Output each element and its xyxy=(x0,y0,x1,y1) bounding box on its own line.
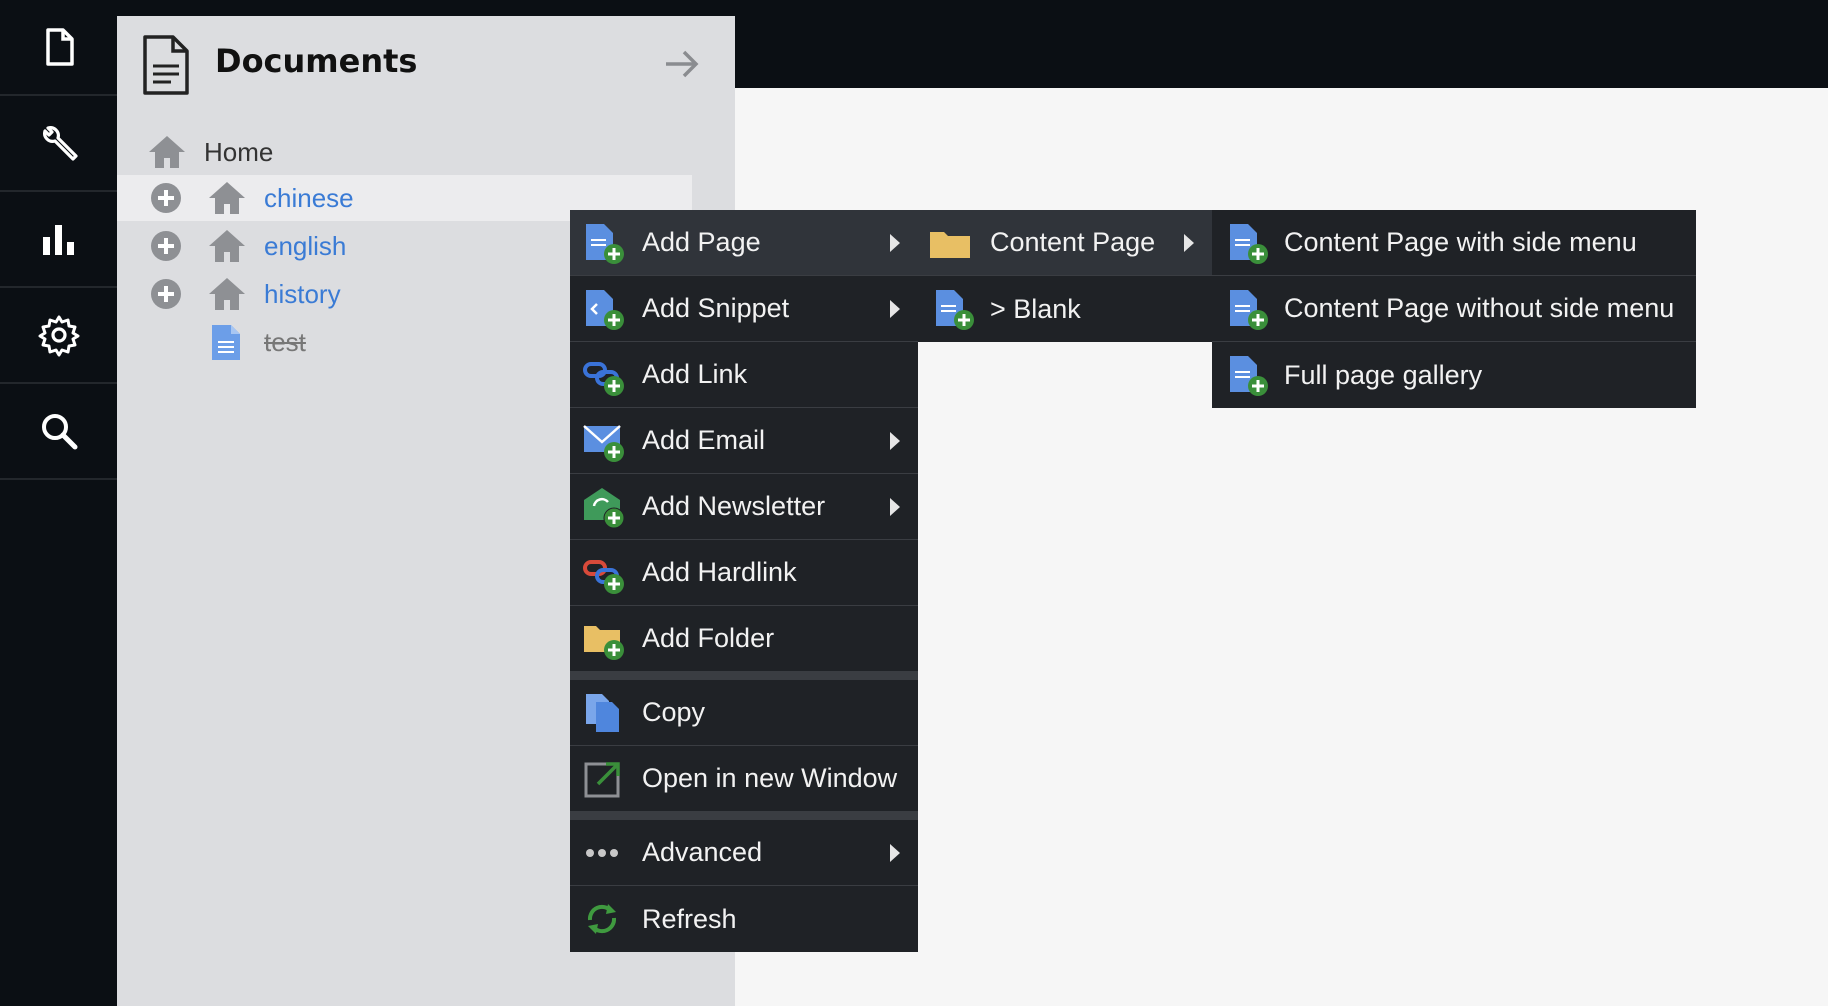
add-page-icon xyxy=(936,290,974,330)
document-icon xyxy=(45,28,74,66)
menu-label: Refresh xyxy=(642,903,737,934)
menu-label: Add Page xyxy=(642,227,761,257)
house-icon xyxy=(209,278,245,310)
menu-label: Copy xyxy=(642,697,706,727)
icon-rail xyxy=(0,0,117,1006)
menu-item-add-hardlink[interactable]: Add Hardlink xyxy=(570,540,918,606)
search-icon xyxy=(41,414,77,450)
rail-reports[interactable] xyxy=(0,192,117,288)
submenu-item-full-page-gallery[interactable]: Full page gallery xyxy=(1212,342,1696,408)
menu-label: Open in new Window xyxy=(642,763,898,793)
menu-item-advanced[interactable]: Advanced xyxy=(570,820,918,886)
tree-label: history xyxy=(264,278,341,309)
expand-plus-icon[interactable] xyxy=(149,229,183,263)
menu-label: Add Link xyxy=(642,359,748,389)
menu-item-add-folder[interactable]: Add Folder xyxy=(570,606,918,672)
menu-item-add-newsletter[interactable]: Add Newsletter xyxy=(570,474,918,540)
menu-item-open-new-window[interactable]: Open in new Window xyxy=(570,746,918,812)
open-new-window-icon xyxy=(584,762,620,798)
tree-label: Home xyxy=(204,136,274,167)
rail-documents[interactable] xyxy=(0,0,117,96)
menu-item-add-page[interactable]: Add Page xyxy=(570,210,918,276)
menu-item-refresh[interactable]: Refresh xyxy=(570,886,918,952)
menu-item-add-snippet[interactable]: Add Snippet xyxy=(570,276,918,342)
folder-icon xyxy=(930,232,970,258)
add-link-icon xyxy=(583,362,624,396)
menu-label: > Blank xyxy=(990,293,1081,324)
submenu-caret-icon xyxy=(890,432,900,450)
add-hardlink-icon xyxy=(583,560,624,594)
add-page-icon xyxy=(1230,224,1268,264)
add-page-icon xyxy=(1230,290,1268,330)
menu-label: Add Folder xyxy=(642,623,775,653)
submenu-item-content-page-without-side-menu[interactable]: Content Page without side menu xyxy=(1212,276,1696,342)
add-page-icon xyxy=(586,224,624,264)
submenu-item-blank[interactable]: > Blank xyxy=(918,276,1212,342)
tree-label: test xyxy=(264,326,306,357)
submenu-item-content-page-with-side-menu[interactable]: Content Page with side menu xyxy=(1212,210,1696,276)
bar-chart-icon xyxy=(42,225,74,255)
house-icon xyxy=(149,136,185,168)
submenu-caret-icon xyxy=(890,844,900,862)
submenu-content-page: Content Page with side menu Content Page… xyxy=(1212,210,1696,408)
menu-label: Add Hardlink xyxy=(642,557,797,587)
menu-separator xyxy=(570,672,918,680)
expand-plus-icon[interactable] xyxy=(149,181,183,215)
add-email-icon xyxy=(583,425,624,462)
menu-label: Advanced xyxy=(642,837,763,867)
top-bar xyxy=(735,0,1828,88)
menu-item-add-email[interactable]: Add Email xyxy=(570,408,918,474)
refresh-icon xyxy=(587,904,617,934)
tree-label: english xyxy=(264,230,347,261)
menu-label: Add Newsletter xyxy=(642,491,826,521)
wrench-icon xyxy=(42,126,78,161)
tree-label: chinese xyxy=(264,182,354,213)
submenu-add-page: Content Page > Blank xyxy=(918,210,1212,342)
rail-search[interactable] xyxy=(0,384,117,480)
copy-icon xyxy=(586,694,619,732)
arrow-right-icon[interactable] xyxy=(662,44,702,84)
tree-item-home[interactable]: Home xyxy=(117,129,692,175)
menu-label: Content Page with side menu xyxy=(1284,227,1637,257)
top-strip xyxy=(117,0,735,16)
menu-label: Content Page xyxy=(990,227,1156,257)
menu-separator xyxy=(570,812,918,820)
add-folder-icon xyxy=(584,626,624,660)
submenu-caret-icon xyxy=(1184,234,1194,252)
context-menu: Add Page Add Snippet Add Link Add Email … xyxy=(570,210,918,952)
document-icon xyxy=(143,35,189,95)
add-newsletter-icon xyxy=(584,488,625,529)
house-icon xyxy=(209,230,245,262)
gear-icon xyxy=(38,315,79,357)
menu-label: Add Email xyxy=(642,425,766,455)
menu-label: Add Snippet xyxy=(642,293,790,323)
menu-item-add-link[interactable]: Add Link xyxy=(570,342,918,408)
add-page-icon xyxy=(1230,356,1268,396)
menu-label: Content Page without side menu xyxy=(1284,293,1675,323)
rail-settings[interactable] xyxy=(0,288,117,384)
house-icon xyxy=(209,182,245,214)
submenu-item-content-page[interactable]: Content Page xyxy=(918,210,1212,276)
add-snippet-icon xyxy=(586,290,624,330)
panel-title: Documents xyxy=(215,42,418,80)
rail-tools[interactable] xyxy=(0,96,117,192)
more-dots-icon xyxy=(586,849,618,857)
submenu-caret-icon xyxy=(890,234,900,252)
expand-plus-icon[interactable] xyxy=(149,277,183,311)
submenu-caret-icon xyxy=(890,300,900,318)
menu-label: Full page gallery xyxy=(1284,359,1483,390)
submenu-caret-icon xyxy=(890,498,900,516)
panel-header: Documents xyxy=(117,16,735,112)
menu-item-copy[interactable]: Copy xyxy=(570,680,918,746)
page-icon xyxy=(212,325,240,360)
